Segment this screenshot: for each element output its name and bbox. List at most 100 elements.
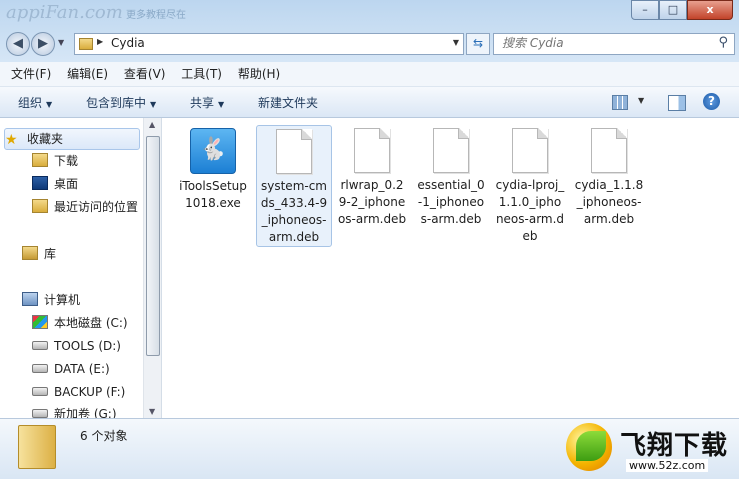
breadcrumb-arrow-icon[interactable]: ▶	[97, 37, 103, 46]
file-name: cydia-lproj_1.1.0_iphoneos-arm.deb	[495, 178, 565, 243]
watermark-site: appiFan.com	[6, 2, 123, 23]
address-bar[interactable]: ▶ Cydia ▼	[74, 33, 464, 55]
brand-logo-icon	[566, 423, 612, 471]
share-button[interactable]: 共享 ▼	[190, 94, 224, 111]
nav-favorites-label: 收藏夹	[27, 132, 64, 146]
preview-pane-icon[interactable]	[668, 95, 686, 111]
back-button[interactable]: ◀	[6, 32, 30, 56]
nav-recent[interactable]: 最近访问的位置	[32, 197, 138, 217]
address-path[interactable]: Cydia	[111, 36, 145, 50]
chevron-down-icon: ▼	[150, 100, 157, 109]
address-dropdown-icon[interactable]: ▼	[453, 38, 459, 47]
caption-buttons: – □ x	[631, 0, 733, 20]
navigation-scrollbar[interactable]: ▲ ▼	[143, 118, 161, 418]
refresh-button[interactable]: ⇆	[466, 33, 490, 55]
nav-computer[interactable]: 计算机	[22, 290, 80, 310]
scroll-up-icon[interactable]: ▲	[149, 120, 155, 129]
file-item[interactable]: cydia-lproj_1.1.0_iphoneos-arm.deb	[493, 125, 567, 245]
nav-drive-c-label: 本地磁盘 (C:)	[54, 316, 128, 330]
document-icon	[512, 128, 548, 173]
navigation-row: ◀ ▶ ▼ ▶ Cydia ▼ ⇆ ⚲	[4, 32, 735, 56]
computer-icon	[22, 292, 38, 306]
details-pane: 6 个对象 飞翔下载 www.52z.com	[0, 418, 739, 479]
file-item-selected[interactable]: system-cmds_433.4-9_iphoneos-arm.deb	[256, 125, 332, 247]
nav-desktop-label: 桌面	[54, 177, 79, 191]
document-icon	[276, 129, 312, 174]
nav-drive-d-label: TOOLS (D:)	[54, 339, 121, 353]
include-label: 包含到库中	[86, 96, 147, 110]
itools-app-icon: 🐇	[190, 128, 236, 174]
organize-label: 组织	[18, 96, 43, 110]
recent-places-icon	[32, 199, 48, 213]
chevron-down-icon: ▼	[218, 100, 225, 109]
system-drive-icon	[32, 315, 48, 329]
nav-drive-g[interactable]: 新加卷 (G:)	[32, 404, 117, 418]
menu-tools[interactable]: 工具(T)	[180, 62, 223, 86]
document-icon	[433, 128, 469, 173]
nav-drive-g-label: 新加卷 (G:)	[54, 407, 117, 418]
nav-downloads[interactable]: 下载	[32, 151, 78, 171]
library-icon	[22, 246, 38, 260]
scroll-down-icon[interactable]: ▼	[149, 407, 155, 416]
forward-button[interactable]: ▶	[31, 32, 55, 56]
view-options-dropdown-icon[interactable]: ▼	[638, 96, 644, 116]
file-item[interactable]: rlwrap_0.29-2_iphoneos-arm.deb	[335, 125, 409, 228]
menu-help[interactable]: 帮助(H)	[237, 62, 281, 86]
minimize-button[interactable]: –	[631, 0, 659, 20]
star-icon: ★	[5, 132, 18, 148]
change-view-button[interactable]	[612, 92, 630, 112]
scrollbar-thumb[interactable]	[146, 136, 160, 356]
nav-libraries-label: 库	[44, 247, 57, 261]
nav-drive-f[interactable]: BACKUP (F:)	[32, 382, 125, 402]
search-input[interactable]	[494, 34, 702, 52]
nav-downloads-label: 下载	[54, 154, 79, 168]
nav-recent-label: 最近访问的位置	[54, 200, 139, 214]
nav-drive-e-label: DATA (E:)	[54, 362, 110, 376]
file-item[interactable]: 🐇 iToolsSetup1018.exe	[176, 125, 250, 212]
organize-button[interactable]: 组织 ▼	[18, 94, 52, 111]
include-in-library-button[interactable]: 包含到库中 ▼	[86, 94, 156, 111]
file-name: rlwrap_0.29-2_iphoneos-arm.deb	[337, 178, 407, 226]
title-bar: appiFan.com 更多教程尽在 – □ x ◀ ▶ ▼ ▶ Cydia ▼…	[0, 0, 739, 62]
file-item[interactable]: cydia_1.1.8_iphoneos-arm.deb	[572, 125, 646, 228]
nav-drive-c[interactable]: 本地磁盘 (C:)	[32, 313, 128, 333]
brand-name: 飞翔下载	[620, 431, 729, 461]
chevron-down-icon: ▼	[46, 100, 53, 109]
file-name: iToolsSetup1018.exe	[179, 179, 247, 210]
search-box[interactable]: ⚲	[493, 33, 735, 55]
search-icon[interactable]: ⚲	[718, 35, 728, 50]
nav-libraries[interactable]: 库	[22, 244, 56, 264]
drive-icon	[32, 409, 48, 418]
nav-drive-d[interactable]: TOOLS (D:)	[32, 336, 121, 356]
menu-file[interactable]: 文件(F)	[10, 62, 52, 86]
menu-edit[interactable]: 编辑(E)	[66, 62, 109, 86]
brand-watermark: 飞翔下载 www.52z.com	[562, 421, 736, 477]
recent-pages-dropdown-icon[interactable]: ▼	[58, 38, 64, 47]
menu-view[interactable]: 查看(V)	[123, 62, 167, 86]
maximize-button[interactable]: □	[659, 0, 687, 20]
desktop-icon	[32, 176, 48, 190]
nav-drive-f-label: BACKUP (F:)	[54, 385, 126, 399]
watermark-tagline: 更多教程尽在	[126, 10, 187, 21]
item-count: 6 个对象	[80, 429, 128, 443]
explorer-window: appiFan.com 更多教程尽在 – □ x ◀ ▶ ▼ ▶ Cydia ▼…	[0, 0, 739, 479]
drive-icon	[32, 387, 48, 396]
view-grid-icon	[612, 95, 628, 110]
nav-favorites[interactable]: ★ 收藏夹	[4, 128, 140, 150]
nav-computer-label: 计算机	[44, 293, 81, 307]
share-label: 共享	[190, 96, 215, 110]
downloads-folder-icon	[32, 153, 48, 167]
watermark: appiFan.com 更多教程尽在	[6, 2, 186, 23]
help-icon[interactable]: ?	[703, 93, 720, 110]
file-list: 🐇 iToolsSetup1018.exe system-cmds_433.4-…	[161, 118, 739, 418]
nav-desktop[interactable]: 桌面	[32, 174, 78, 194]
drive-icon	[32, 364, 48, 373]
nav-drive-e[interactable]: DATA (E:)	[32, 359, 110, 379]
document-icon	[354, 128, 390, 173]
file-name: cydia_1.1.8_iphoneos-arm.deb	[574, 178, 644, 226]
file-item[interactable]: essential_0-1_iphoneos-arm.deb	[414, 125, 488, 228]
command-bar: 组织 ▼ 包含到库中 ▼ 共享 ▼ 新建文件夹 ▼ ?	[0, 87, 739, 118]
close-button[interactable]: x	[687, 0, 733, 20]
document-icon	[591, 128, 627, 173]
new-folder-button[interactable]: 新建文件夹	[258, 94, 318, 111]
